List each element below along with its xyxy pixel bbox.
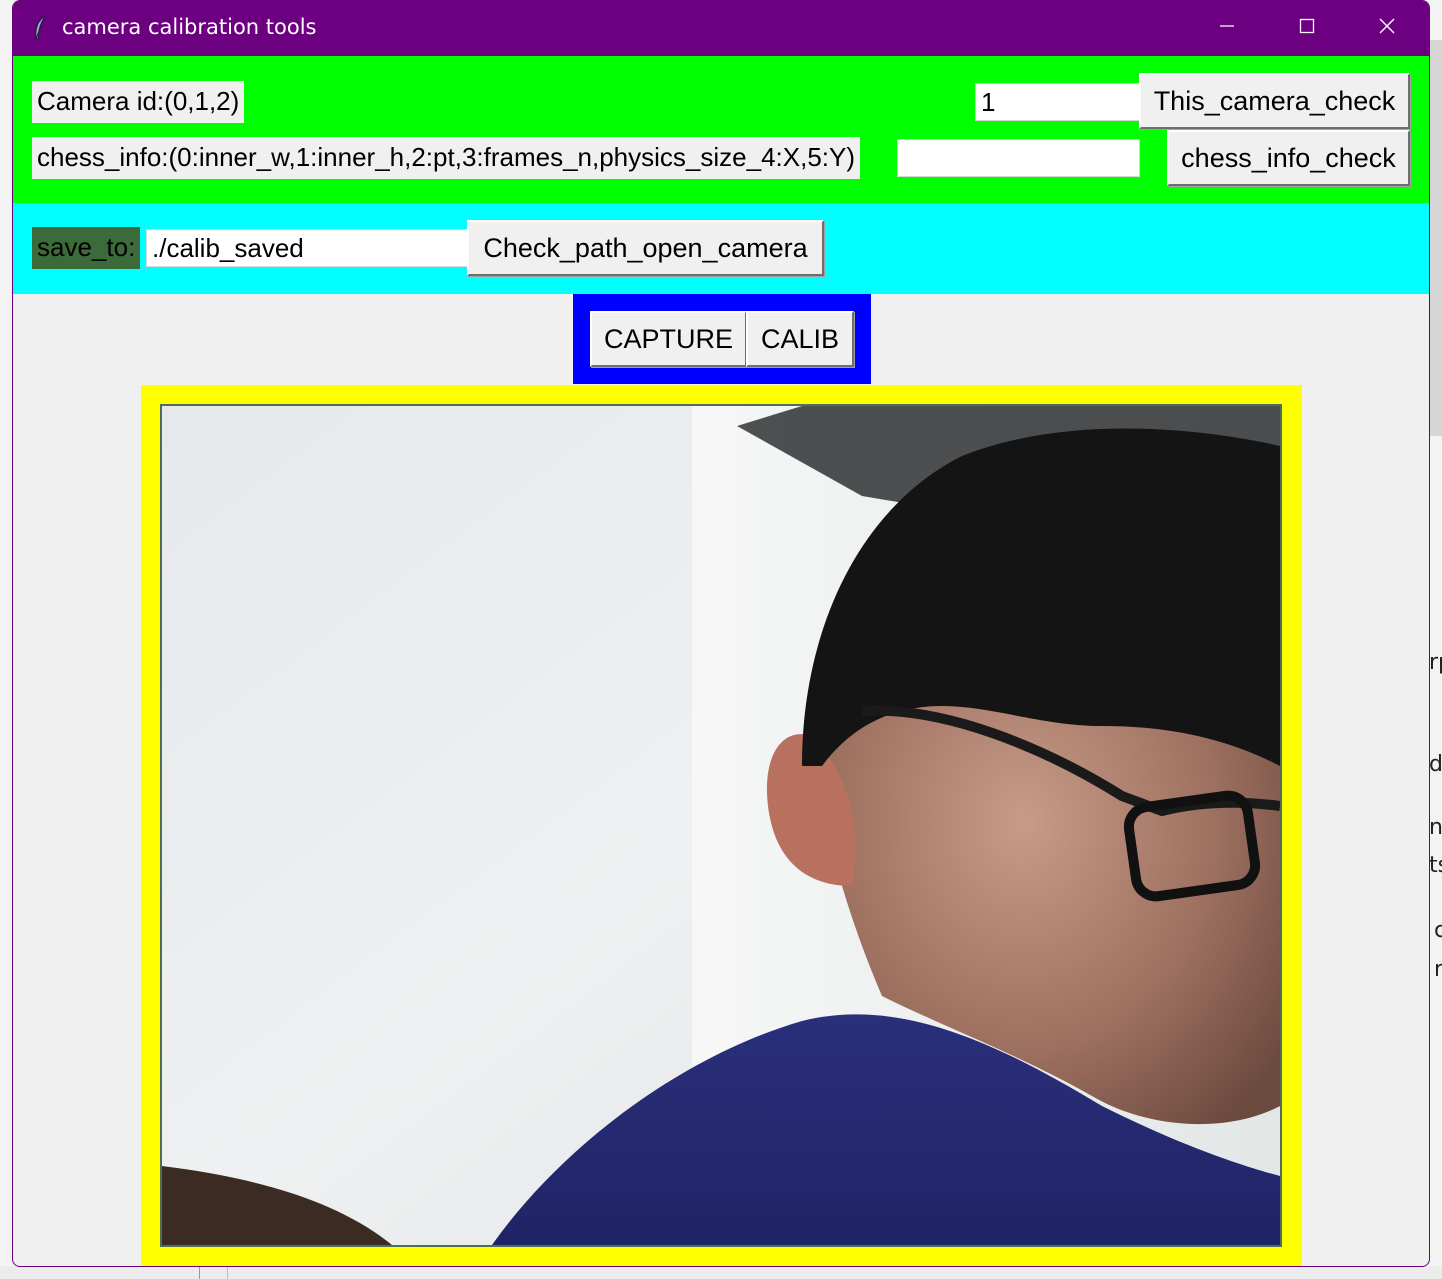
maximize-icon — [1299, 18, 1315, 39]
capture-button[interactable]: CAPTURE — [590, 311, 747, 367]
calib-button[interactable]: CALIB — [746, 311, 854, 367]
background-text-fragment: d — [1429, 752, 1442, 777]
background-text-fragment: rp — [1429, 650, 1442, 675]
window-title: camera calibration tools — [62, 15, 317, 39]
chess-info-label: chess_info:(0:inner_w,1:inner_h,2:pt,3:f… — [32, 137, 861, 179]
background-scrollbar — [1429, 40, 1442, 436]
background-bottom-strip — [0, 1266, 1442, 1279]
calibration-window: camera calibration tools Camera id:(0,1,… — [12, 0, 1430, 1267]
maximize-button[interactable] — [1267, 1, 1347, 56]
background-text-fragment: c — [1434, 918, 1442, 943]
background-divider — [227, 1266, 228, 1279]
chess-info-check-button[interactable]: chess_info_check — [1167, 130, 1410, 186]
background-text-fragment: n — [1429, 815, 1442, 840]
camera-settings-frame: Camera id:(0,1,2) This_camera_check ches… — [13, 56, 1429, 203]
title-bar[interactable]: camera calibration tools — [13, 1, 1429, 56]
chess-info-input[interactable] — [897, 139, 1140, 177]
feather-icon — [33, 15, 47, 41]
background-divider — [199, 1266, 200, 1279]
save-path-frame: save_to: Check_path_open_camera — [13, 203, 1429, 294]
save-to-label: save_to: — [32, 227, 141, 269]
background-text-fragment: r — [1434, 957, 1442, 982]
close-button[interactable] — [1347, 1, 1427, 56]
save-path-input[interactable] — [146, 229, 468, 267]
camera-id-label: Camera id:(0,1,2) — [32, 81, 245, 123]
camera-preview-image — [162, 406, 1280, 1245]
camera-preview — [160, 404, 1282, 1247]
background-text-fragment: ts — [1429, 853, 1442, 878]
check-path-open-camera-button[interactable]: Check_path_open_camera — [467, 220, 824, 276]
close-icon — [1379, 18, 1395, 39]
minimize-button[interactable] — [1187, 1, 1267, 56]
this-camera-check-button[interactable]: This_camera_check — [1139, 73, 1410, 129]
minimize-icon — [1219, 18, 1235, 39]
actions-frame: CAPTURE CALIB — [573, 294, 871, 384]
camera-id-input[interactable] — [975, 83, 1140, 121]
